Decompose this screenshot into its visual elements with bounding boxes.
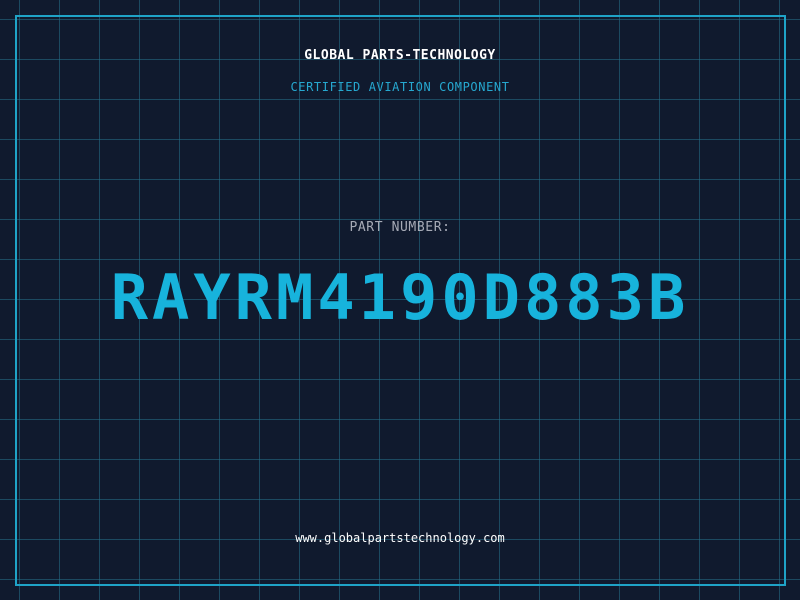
company-name: GLOBAL PARTS-TECHNOLOGY (304, 48, 496, 63)
part-number-value: RAYRM4190D883B (110, 261, 690, 334)
website-url: www.globalpartstechnology.com (295, 531, 505, 545)
component-tagline: CERTIFIED AVIATION COMPONENT (290, 80, 510, 94)
part-number-label: PART NUMBER: (349, 220, 451, 235)
